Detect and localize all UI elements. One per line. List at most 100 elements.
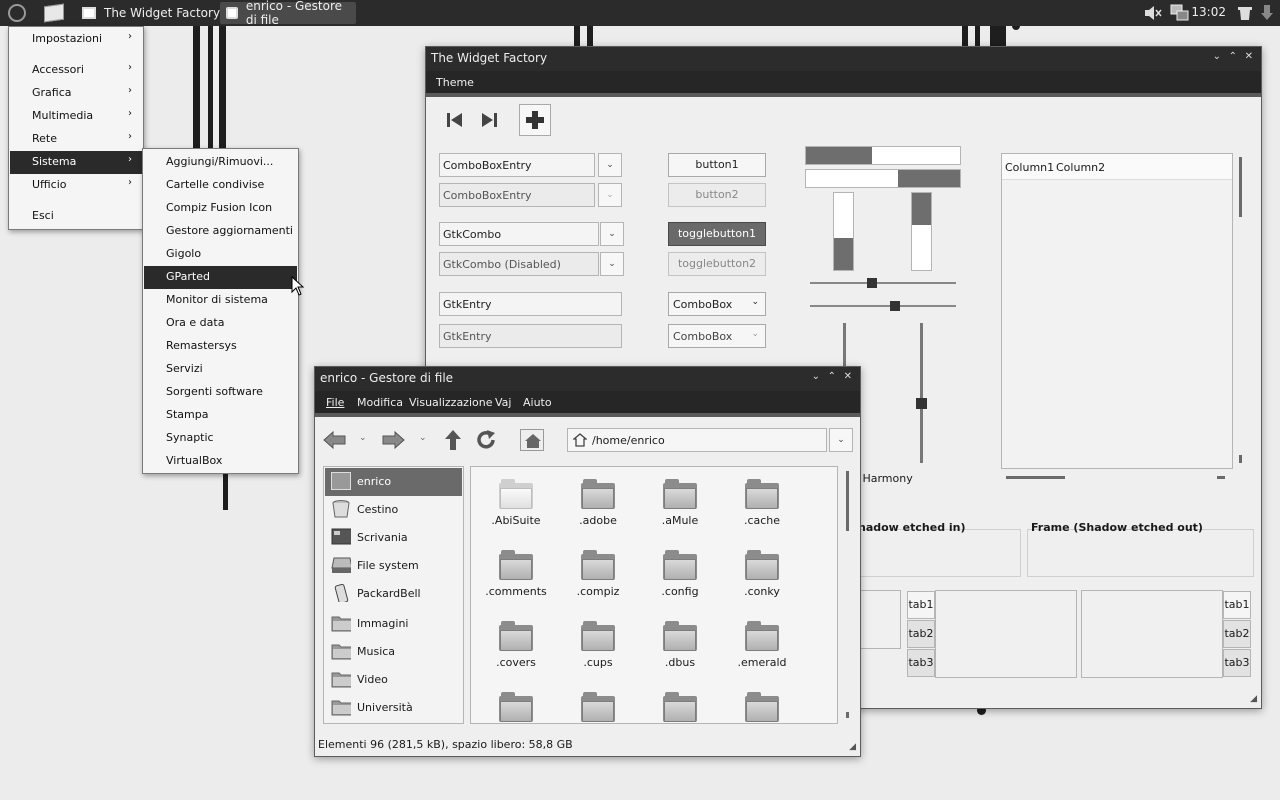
treeview-hscroll-end[interactable] <box>1217 476 1225 479</box>
combobox-1[interactable]: ComboBox ⌄ <box>668 292 766 316</box>
combobox-2[interactable]: ComboBox ⌄ <box>668 324 766 348</box>
icon-view-scrollbar[interactable] <box>846 471 849 531</box>
file-item[interactable]: .config <box>639 550 721 598</box>
place-scrivania[interactable]: Scrivania <box>325 524 462 552</box>
resize-grip-icon[interactable]: ◢ <box>1250 694 1257 704</box>
menu-item-esci[interactable]: Esci <box>10 205 142 228</box>
file-manager-launcher-icon[interactable] <box>44 3 64 23</box>
place-musica[interactable]: Musica <box>325 638 462 666</box>
first-icon[interactable] <box>446 111 464 129</box>
maximize-icon[interactable]: ⌃ <box>828 371 836 382</box>
menu-visualizzazione[interactable]: Visualizzazione <box>409 396 492 409</box>
gtkcombo-dropdown[interactable]: ⌄ <box>600 222 624 246</box>
location-dropdown[interactable]: ⌄ <box>829 428 853 452</box>
menu-item-gigolo[interactable]: Gigolo <box>144 243 297 266</box>
menu-item-sistema[interactable]: Sistema › <box>10 151 142 174</box>
menu-item-gparted[interactable]: GParted <box>144 266 297 289</box>
togglebutton2[interactable]: togglebutton2 <box>668 252 766 276</box>
place-enrico[interactable]: enrico <box>325 468 462 496</box>
gtk-entry-1[interactable]: GtkEntry <box>439 292 622 316</box>
file-item[interactable]: .emerald <box>721 621 803 669</box>
widget-factory-titlebar[interactable]: The Widget Factory ⌄ ⌃ ✕ <box>426 47 1261 71</box>
file-item[interactable]: .cache <box>721 479 803 527</box>
place-file-system[interactable]: File system <box>325 552 462 580</box>
menu-item-cartelle-condivise[interactable]: Cartelle condivise <box>144 174 297 197</box>
file-item[interactable]: .comments <box>475 550 557 598</box>
place-immagini[interactable]: Immagini <box>325 610 462 638</box>
menu-modifica[interactable]: Modifica <box>357 396 403 409</box>
combobox-entry-1-dropdown[interactable]: ⌄ <box>598 153 622 177</box>
menu-item-rete[interactable]: Rete › <box>10 128 142 151</box>
menu-item-virtualbox[interactable]: VirtualBox <box>144 450 297 473</box>
treeview-hscrollbar[interactable] <box>1006 476 1065 479</box>
last-icon[interactable] <box>480 111 498 129</box>
menu-aiuto[interactable]: Aiuto <box>523 396 552 409</box>
add-button[interactable] <box>519 104 551 136</box>
location-bar[interactable]: /home/enrico <box>567 428 827 452</box>
file-item[interactable]: .conky <box>721 550 803 598</box>
menu-launcher-icon[interactable] <box>8 4 26 22</box>
close-icon[interactable]: ✕ <box>844 371 852 382</box>
file-item-partial[interactable] <box>639 692 721 723</box>
tab-left-2[interactable]: tab2 <box>907 620 935 648</box>
tab-left-3[interactable]: tab3 <box>907 649 935 677</box>
treeview[interactable]: Column1 Column2 <box>1001 153 1233 469</box>
togglebutton1[interactable]: togglebutton1 <box>668 222 766 246</box>
back-icon[interactable] <box>323 431 347 449</box>
hscale-2[interactable] <box>810 301 956 311</box>
menu-item-impostazioni[interactable]: Impostazioni › <box>10 28 142 51</box>
button2[interactable]: button2 <box>668 183 766 207</box>
file-icon-view[interactable]: .AbiSuite .adobe .aMule .cache .comments… <box>470 466 838 724</box>
tab-right-3[interactable]: tab3 <box>1223 649 1251 677</box>
file-item[interactable]: .compiz <box>557 550 639 598</box>
file-item[interactable]: .aMule <box>639 479 721 527</box>
home-folder-icon[interactable] <box>520 429 544 451</box>
minimize-icon[interactable]: ⌄ <box>812 371 820 382</box>
place-video[interactable]: Video <box>325 666 462 694</box>
combobox-entry-2[interactable]: ComboBoxEntry <box>439 183 595 207</box>
vscale-2[interactable] <box>916 323 927 463</box>
gtk-entry-2[interactable]: GtkEntry <box>439 324 622 348</box>
gtkcombo-disabled-entry[interactable]: GtkCombo (Disabled) <box>439 252 599 276</box>
column-header-1[interactable]: Column1 <box>1005 161 1054 174</box>
place-universita[interactable]: Università <box>325 694 462 722</box>
scale-handle[interactable] <box>890 301 900 311</box>
gtkcombo-entry[interactable]: GtkCombo <box>439 222 599 246</box>
hscale-1[interactable] <box>810 278 956 288</box>
menu-item-ufficio[interactable]: Ufficio › <box>10 174 142 197</box>
menu-file[interactable]: File <box>326 396 344 409</box>
maximize-icon[interactable]: ⌃ <box>1229 51 1237 62</box>
file-item[interactable]: .cups <box>557 621 639 669</box>
combobox-entry-2-dropdown[interactable]: ⌄ <box>598 183 622 207</box>
menu-item-accessori[interactable]: Accessori › <box>10 59 142 82</box>
menu-item-gestore-aggiornamenti[interactable]: Gestore aggiornamenti <box>144 220 297 243</box>
menu-item-servizi[interactable]: Servizi <box>144 358 297 381</box>
back-history-chevron-icon[interactable]: ⌄ <box>359 433 367 443</box>
scale-handle[interactable] <box>867 278 877 288</box>
file-item[interactable]: .AbiSuite <box>475 479 557 527</box>
forward-history-chevron-icon[interactable]: ⌄ <box>419 433 427 443</box>
tab-left-1[interactable]: tab1 <box>907 591 935 619</box>
forward-icon[interactable] <box>381 431 405 449</box>
menu-item-monitor-di-sistema[interactable]: Monitor di sistema <box>144 289 297 312</box>
reload-icon[interactable] <box>475 429 497 451</box>
icon-view-scroll-end[interactable] <box>846 712 849 718</box>
file-item-partial[interactable] <box>557 692 639 723</box>
file-item[interactable]: .adobe <box>557 479 639 527</box>
resize-grip-icon[interactable]: ◢ <box>849 742 856 752</box>
file-item[interactable]: .dbus <box>639 621 721 669</box>
gtkcombo-disabled-dropdown[interactable]: ⌄ <box>600 252 624 276</box>
file-manager-titlebar[interactable]: enrico - Gestore di file ⌄ ⌃ ✕ <box>315 367 860 391</box>
network-icon[interactable] <box>1170 4 1190 22</box>
menu-theme[interactable]: Theme <box>436 76 474 89</box>
taskbar-file-manager[interactable]: enrico - Gestore di file <box>220 0 356 27</box>
menu-item-synaptic[interactable]: Synaptic <box>144 427 297 450</box>
treeview-vscroll-end[interactable] <box>1239 455 1242 463</box>
treeview-vscrollbar[interactable] <box>1239 157 1242 217</box>
close-icon[interactable]: ✕ <box>1245 51 1253 62</box>
menu-item-ora-e-data[interactable]: Ora e data <box>144 312 297 335</box>
file-item-partial[interactable] <box>721 692 803 723</box>
up-icon[interactable] <box>444 429 462 451</box>
menu-item-grafica[interactable]: Grafica › <box>10 82 142 105</box>
place-cestino[interactable]: Cestino <box>325 496 462 524</box>
